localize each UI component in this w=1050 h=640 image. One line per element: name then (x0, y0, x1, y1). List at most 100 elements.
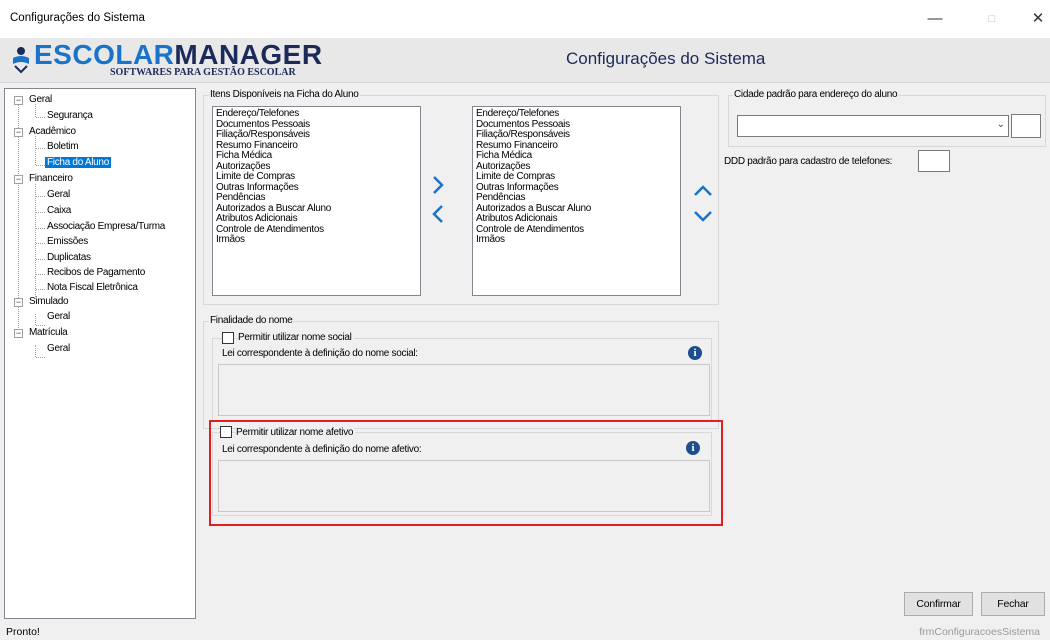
list-item[interactable]: Atributos Adicionais (476, 213, 677, 225)
available-items-list[interactable]: Endereço/Telefones Documentos Pessoais F… (212, 106, 421, 296)
close-button[interactable]: Fechar (981, 592, 1045, 616)
tree-item-matricula-geral[interactable]: Geral (47, 343, 70, 354)
tree-connector (36, 357, 45, 358)
collapse-icon[interactable]: − (14, 298, 23, 307)
finalidade-group-label: Finalidade do nome (209, 315, 294, 326)
list-item[interactable]: Limite de Compras (476, 171, 677, 183)
nome-social-checkbox-label[interactable]: Permitir utilizar nome social (238, 332, 354, 343)
ddd-input[interactable] (918, 150, 950, 172)
tree-item-duplicatas[interactable]: Duplicatas (47, 252, 91, 263)
logo-icon (13, 47, 29, 74)
list-item[interactable]: Controle de Atendimentos (476, 224, 677, 236)
list-item[interactable]: Pendências (216, 192, 417, 204)
add-item-button[interactable] (428, 174, 448, 196)
list-item[interactable]: Atributos Adicionais (216, 213, 417, 225)
list-item[interactable]: Ficha Médica (476, 150, 677, 162)
close-icon[interactable]: ✕ (1024, 8, 1050, 30)
collapse-icon[interactable]: − (14, 96, 23, 105)
ddd-label: DDD padrão para cadastro de telefones: (724, 156, 893, 167)
tree-item-label: Simulado (29, 296, 69, 307)
tree-item-caixa[interactable]: Caixa (47, 205, 71, 216)
tree-connector (36, 274, 45, 275)
tree-connector (36, 165, 45, 166)
cidade-select[interactable]: ⌄ (737, 115, 1009, 137)
confirm-button[interactable]: Confirmar (904, 592, 973, 616)
tree-connector (36, 289, 45, 290)
collapse-icon[interactable]: − (14, 128, 23, 137)
tree-item-emissoes[interactable]: Emissões (47, 236, 88, 247)
chevron-down-icon (694, 211, 712, 222)
minimize-icon[interactable]: — (921, 8, 949, 30)
nome-social-checkbox[interactable] (222, 332, 234, 344)
tree-item-simulado[interactable]: Simulado (29, 296, 69, 307)
tree-item-nota-fiscal-eletronica[interactable]: Nota Fiscal Eletrônica (47, 282, 138, 293)
tree-item-geral[interactable]: Geral (29, 94, 52, 105)
nome-social-law-label: Lei correspondente à definição do nome s… (222, 348, 418, 359)
tree-item-financeiro-geral[interactable]: Geral (47, 189, 70, 200)
tree-item-label: Ficha do Aluno (45, 157, 111, 168)
window-titlebar: Configurações do Sistema — □ ✕ (0, 0, 1050, 38)
tree-item-seguranca[interactable]: Segurança (47, 110, 93, 121)
selected-items-list[interactable]: Endereço/Telefones Documentos Pessoais F… (472, 106, 681, 296)
chevron-right-icon (433, 176, 444, 194)
move-down-button[interactable] (693, 205, 713, 227)
list-item[interactable]: Ficha Médica (216, 150, 417, 162)
list-item[interactable]: Endereço/Telefones (216, 108, 417, 120)
move-up-button[interactable] (693, 180, 713, 202)
settings-tree[interactable]: − − − − − Geral Segurança Acadêmico Bole… (4, 88, 196, 619)
tree-item-ficha-do-aluno[interactable]: Ficha do Aluno (45, 157, 111, 168)
tree-item-simulado-geral[interactable]: Geral (47, 311, 70, 322)
chevron-down-icon[interactable]: ⌄ (997, 119, 1005, 130)
tree-item-label: Segurança (47, 110, 93, 121)
tree-connector (36, 117, 45, 118)
list-item[interactable]: Irmãos (476, 234, 677, 246)
list-item[interactable]: Filiação/Responsáveis (216, 129, 417, 141)
tree-connector (36, 196, 45, 197)
tree-item-label: Financeiro (29, 173, 73, 184)
tree-item-label: Geral (29, 94, 52, 105)
app-header: ESCOLARMANAGER SOFTWARES PARA GESTÃO ESC… (0, 38, 1050, 83)
chevron-left-icon (432, 205, 443, 223)
tree-item-matricula[interactable]: Matrícula (29, 327, 68, 338)
logo-part-escolar: ESCOLAR (34, 39, 175, 70)
tree-connector (36, 325, 45, 326)
status-text: Pronto! (6, 626, 40, 638)
status-bar: Pronto! frmConfiguracoesSistema (0, 623, 1050, 640)
tree-item-label: Emissões (47, 236, 88, 247)
list-item[interactable]: Controle de Atendimentos (216, 224, 417, 236)
tree-item-label: Acadêmico (29, 126, 76, 137)
tree-item-academico[interactable]: Acadêmico (29, 126, 76, 137)
tree-item-label: Duplicatas (47, 252, 91, 263)
list-item[interactable]: Endereço/Telefones (476, 108, 677, 120)
cidade-code-input[interactable] (1011, 114, 1041, 138)
tree-connector (35, 184, 36, 299)
tree-connector (36, 148, 45, 149)
tree-item-financeiro[interactable]: Financeiro (29, 173, 73, 184)
tree-connector (35, 314, 36, 325)
tree-item-label: Caixa (47, 205, 72, 216)
info-icon[interactable]: i (688, 346, 702, 360)
tree-item-label: Geral (47, 311, 70, 322)
list-item[interactable]: Irmãos (216, 234, 417, 246)
window-title: Configurações do Sistema (10, 12, 145, 24)
tree-item-label: Boletim (47, 141, 79, 152)
tree-item-boletim[interactable]: Boletim (47, 141, 79, 152)
list-item[interactable]: Pendências (476, 192, 677, 204)
itens-ficha-group-label: Itens Disponíveis na Ficha do Aluno (209, 89, 360, 100)
list-item[interactable]: Filiação/Responsáveis (476, 129, 677, 141)
tree-connector (36, 212, 45, 213)
maximize-icon[interactable]: □ (978, 8, 1006, 30)
list-item[interactable]: Limite de Compras (216, 171, 417, 183)
cidade-group-label: Cidade padrão para endereço do aluno (733, 89, 899, 100)
collapse-icon[interactable]: − (14, 175, 23, 184)
logo-part-manager: MANAGER (174, 39, 323, 70)
tree-item-label: Matrícula (29, 327, 68, 338)
collapse-icon[interactable]: − (14, 329, 23, 338)
tree-item-recibos-de-pagamento[interactable]: Recibos de Pagamento (47, 267, 145, 278)
remove-item-button[interactable] (428, 203, 448, 225)
form-name: frmConfiguracoesSistema (919, 626, 1040, 638)
tree-item-associacao-empresa-turma[interactable]: Associação Empresa/Turma (47, 221, 165, 232)
nome-social-law-input[interactable] (218, 364, 710, 416)
tree-item-label: Associação Empresa/Turma (47, 221, 166, 232)
header-title: Configurações do Sistema (566, 49, 766, 68)
